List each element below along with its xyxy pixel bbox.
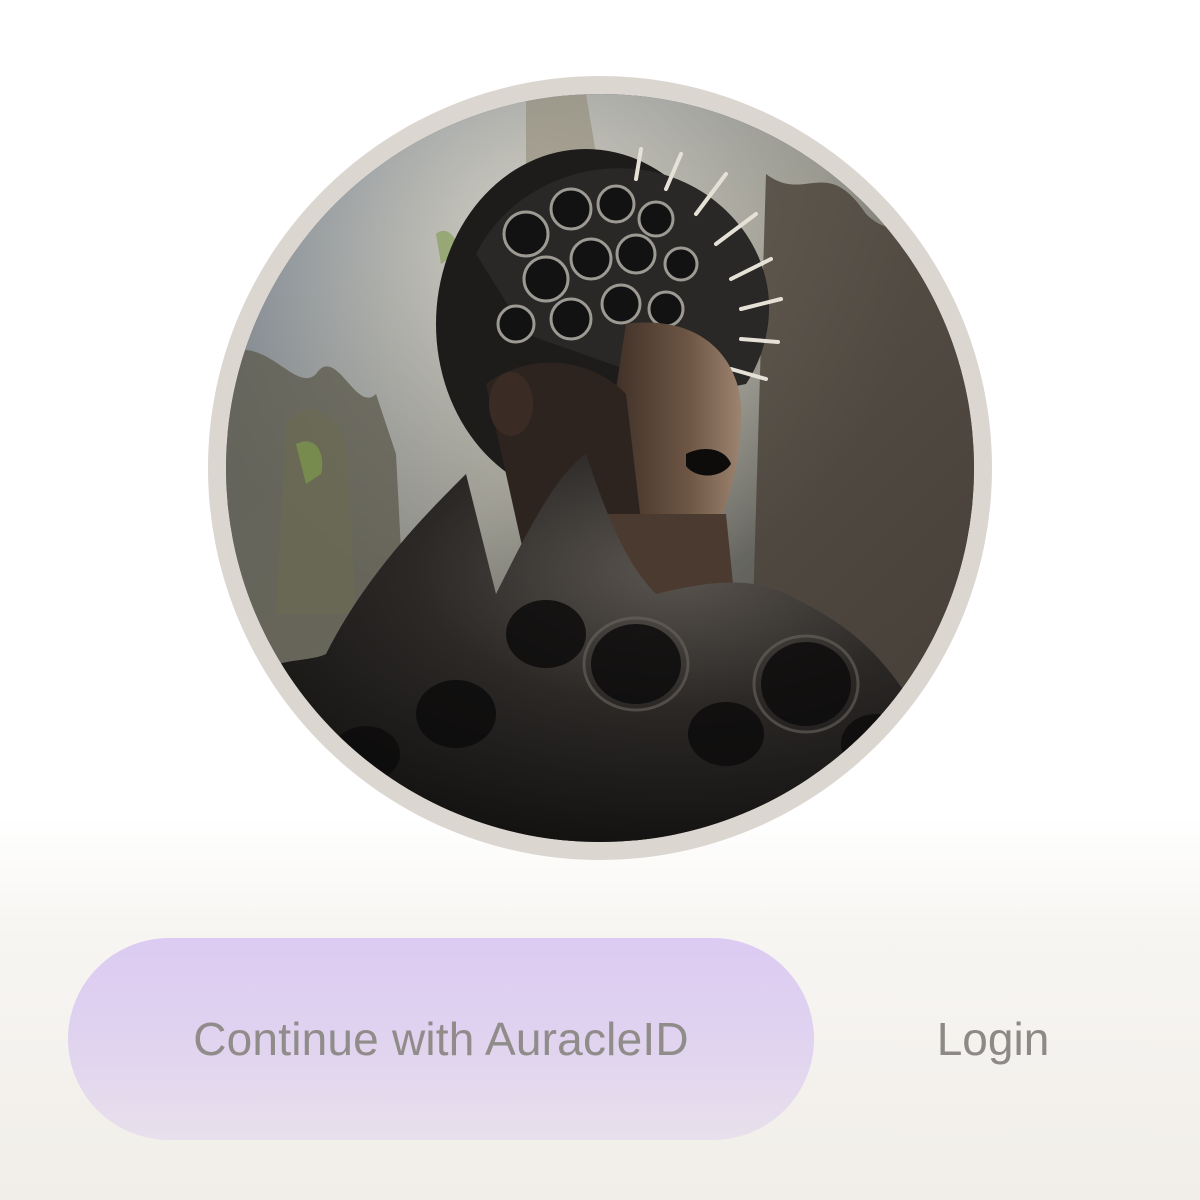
login-button[interactable]: Login	[900, 980, 1086, 1098]
continue-button-label: Continue with AuracleID	[193, 1013, 689, 1065]
avatar	[208, 76, 992, 860]
avatar-portrait-image	[226, 94, 974, 842]
portrait-illustration	[226, 94, 974, 842]
login-button-label: Login	[936, 1013, 1050, 1065]
continue-with-auracleid-button[interactable]: Continue with AuracleID	[68, 938, 814, 1140]
